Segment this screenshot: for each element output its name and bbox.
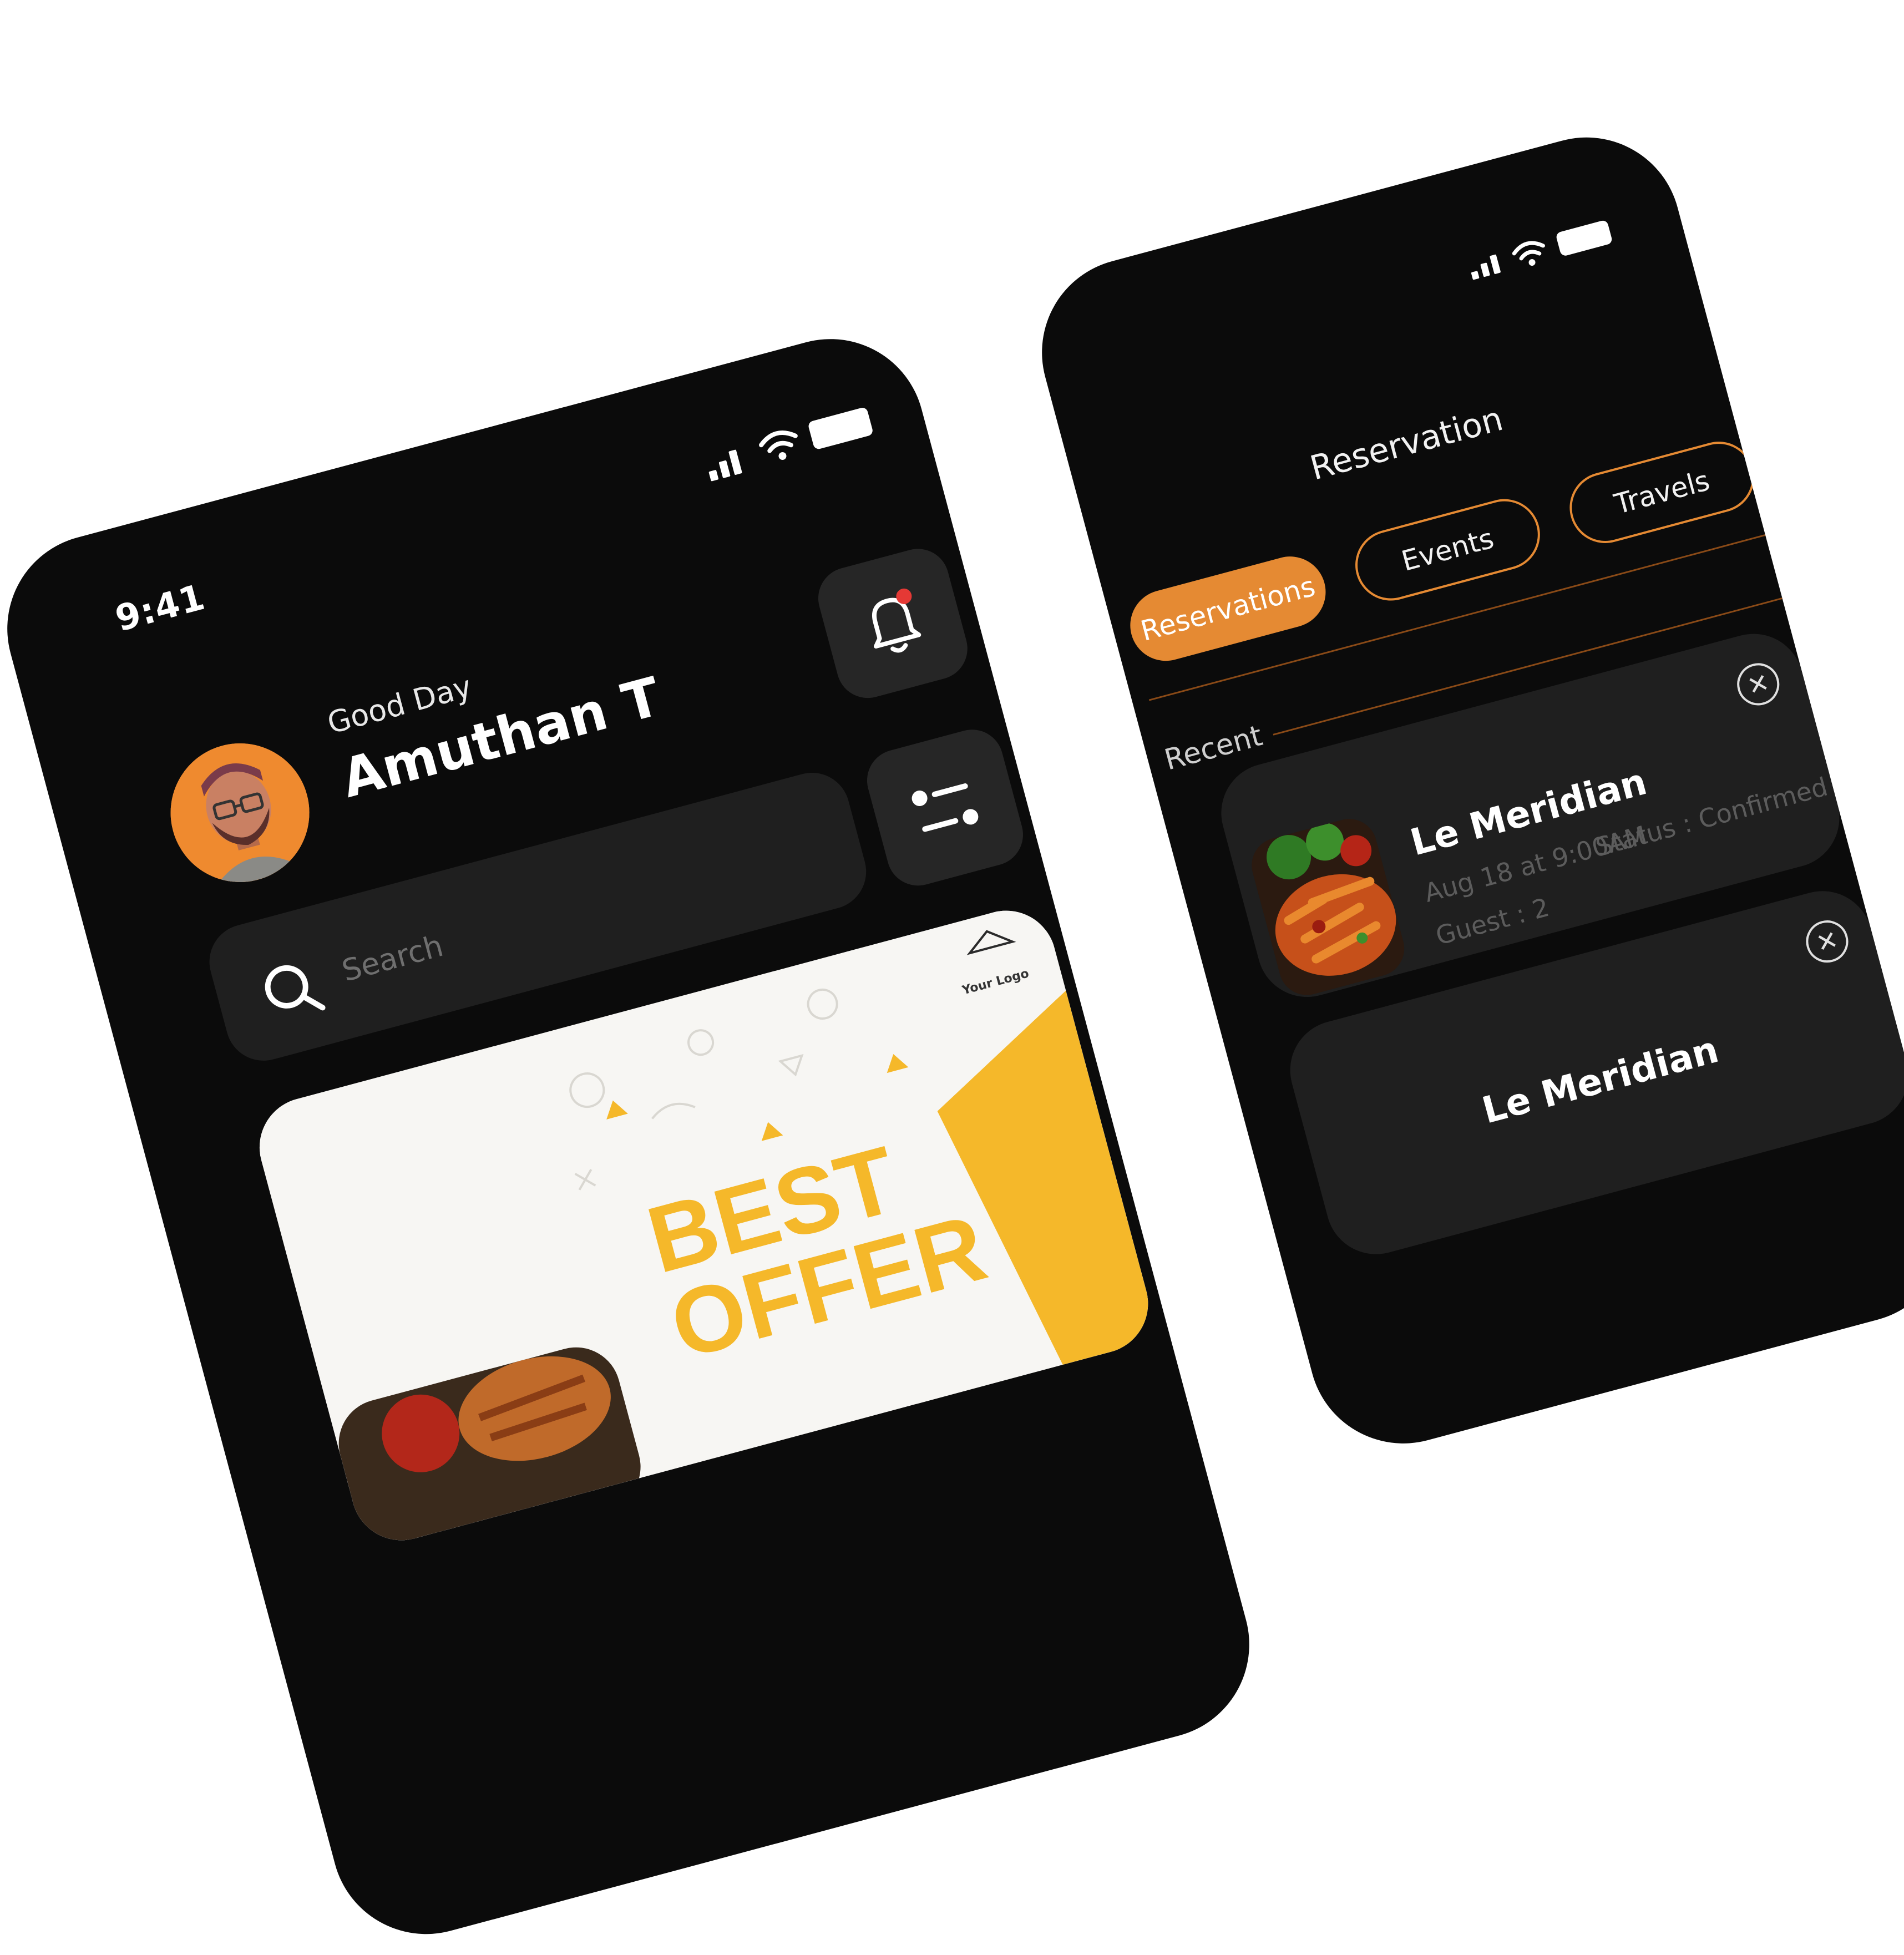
user-name: Amuthan T bbox=[335, 665, 667, 810]
wifi-icon bbox=[757, 426, 804, 468]
signal-icon bbox=[705, 447, 742, 482]
status-time: 9:41 bbox=[111, 576, 210, 640]
signal-icon bbox=[1468, 253, 1501, 280]
page-title: Reservation bbox=[1306, 399, 1507, 488]
tab-travels[interactable]: Travels bbox=[1562, 433, 1763, 551]
close-icon[interactable]: ✕ bbox=[1801, 915, 1854, 968]
tab-events[interactable]: Events bbox=[1347, 491, 1548, 609]
filter-icon bbox=[912, 783, 979, 832]
notification-button[interactable] bbox=[811, 541, 975, 705]
close-icon[interactable]: ✕ bbox=[1732, 658, 1784, 710]
wifi-icon bbox=[1510, 236, 1550, 273]
food-image bbox=[1245, 813, 1411, 1001]
bell-icon bbox=[872, 588, 921, 653]
avatar[interactable] bbox=[155, 727, 325, 898]
search-input[interactable]: Search bbox=[338, 928, 447, 989]
search-icon bbox=[265, 965, 326, 1011]
reservation-screen: Reservation Reservations Events Travels … bbox=[1021, 116, 1904, 1465]
card-title: Le Meridian bbox=[1477, 1028, 1723, 1132]
battery-icon bbox=[807, 406, 874, 450]
battery-icon bbox=[1555, 219, 1613, 257]
tab-reservations[interactable]: Reservations bbox=[1122, 548, 1334, 669]
home-screen: 9:41 Good Day Amuthan T Search Your Logo… bbox=[0, 318, 1271, 1955]
filter-button[interactable] bbox=[860, 722, 1030, 893]
